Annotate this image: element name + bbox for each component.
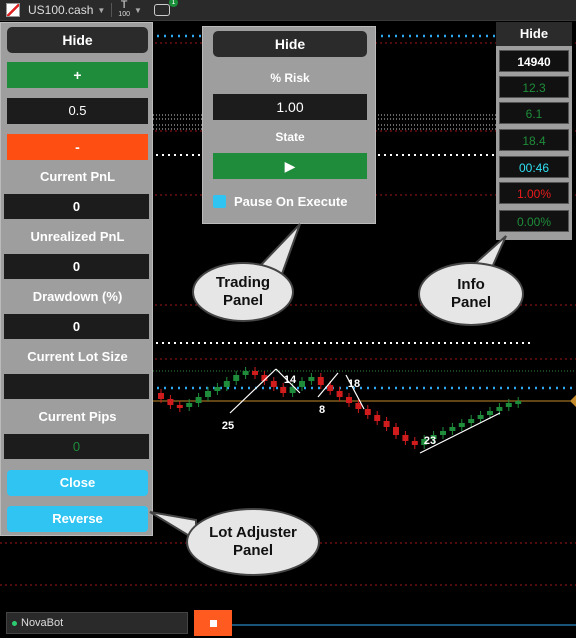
reverse-button[interactable]: Reverse bbox=[7, 506, 148, 532]
candle-body bbox=[383, 421, 390, 427]
trading-panel-callout: Trading Panel bbox=[192, 262, 294, 322]
candle-body bbox=[468, 419, 475, 423]
candle-body bbox=[393, 427, 399, 435]
state-label: State bbox=[275, 130, 305, 144]
candle-body bbox=[487, 411, 493, 415]
candle-body bbox=[186, 403, 193, 407]
candle-body bbox=[374, 415, 381, 421]
candle-body bbox=[449, 427, 456, 431]
candle-body bbox=[158, 393, 164, 399]
candle-body bbox=[515, 401, 522, 404]
chevron-down-icon[interactable]: ▼ bbox=[97, 6, 105, 15]
candle-body bbox=[346, 397, 352, 403]
pause-label: Pause On Execute bbox=[234, 194, 348, 209]
current-pips-value: 0 bbox=[4, 434, 149, 459]
info-hide-button[interactable]: Hide bbox=[496, 22, 572, 46]
candle-body bbox=[205, 391, 211, 397]
unrealized-pnl-value: 0 bbox=[4, 254, 149, 279]
toolbar-divider bbox=[111, 3, 113, 17]
bot-name: NovaBot bbox=[21, 617, 64, 629]
info-value-0: 14940 bbox=[499, 50, 569, 72]
chevron-down-icon[interactable]: ▼ bbox=[134, 6, 142, 15]
lot-decrease-button[interactable]: - bbox=[7, 134, 148, 160]
stop-icon bbox=[209, 619, 217, 627]
candle-body bbox=[195, 397, 202, 403]
trading-panel: Hide % Risk 1.00 State ▶ Pause On Execut… bbox=[202, 26, 376, 224]
info-panel: Hide 14940 12.3 6.1 18.4 00:46 1.00% 0.0… bbox=[496, 22, 572, 240]
candle-body bbox=[308, 377, 315, 381]
candle-body bbox=[327, 385, 334, 391]
info-value-4: 00:46 bbox=[499, 156, 569, 178]
candle-body bbox=[280, 387, 287, 393]
candle-body bbox=[458, 423, 465, 427]
wave-label: 23 bbox=[424, 435, 436, 447]
lot-adjuster-panel: Hide + 0.5 - Current PnL 0 Unrealized Pn… bbox=[0, 22, 153, 536]
timeframe-value: 100 bbox=[118, 11, 130, 18]
unrealized-pnl-label: Unrealized PnL bbox=[30, 229, 125, 244]
state-play-button[interactable]: ▶ bbox=[213, 153, 367, 179]
info-value-3: 18.4 bbox=[499, 129, 569, 151]
lot-hide-button[interactable]: Hide bbox=[7, 27, 148, 53]
current-pnl-label: Current PnL bbox=[39, 169, 116, 184]
candle-body bbox=[167, 399, 174, 405]
link-badge: 1 bbox=[168, 0, 178, 7]
candle-body bbox=[317, 377, 324, 385]
current-pnl-value: 0 bbox=[4, 194, 149, 219]
info-panel-callout: Info Panel bbox=[418, 262, 524, 326]
pause-on-execute-option[interactable]: Pause On Execute bbox=[213, 194, 347, 209]
drawdown-label: Drawdown (%) bbox=[32, 289, 123, 304]
candle-body bbox=[252, 371, 258, 375]
candle-body bbox=[355, 403, 362, 409]
wave-label: 14 bbox=[284, 374, 297, 386]
info-value-6: 0.00% bbox=[499, 210, 569, 232]
candle-body bbox=[477, 415, 484, 419]
drawdown-value: 0 bbox=[4, 314, 149, 339]
price-marker bbox=[570, 395, 576, 407]
info-value-5: 1.00% bbox=[499, 182, 569, 204]
chart-toolbar: US100.cash ▼ T 100 ▼ 1 bbox=[0, 0, 576, 21]
wave-label: 18 bbox=[348, 378, 360, 390]
wave-label: 8 bbox=[319, 404, 325, 416]
trade-hide-button[interactable]: Hide bbox=[213, 31, 367, 57]
candle-body bbox=[242, 371, 249, 375]
flag-icon bbox=[6, 3, 20, 17]
symbol-selector[interactable]: US100.cash bbox=[28, 3, 93, 17]
close-button[interactable]: Close bbox=[7, 470, 148, 496]
risk-input[interactable]: 1.00 bbox=[213, 94, 367, 120]
bot-tab[interactable]: NovaBot bbox=[6, 612, 188, 634]
lot-size-value bbox=[4, 374, 149, 399]
info-value-2: 6.1 bbox=[499, 102, 569, 124]
candle-body bbox=[402, 435, 409, 441]
candle-body bbox=[214, 387, 221, 391]
lot-value-input[interactable]: 0.5 bbox=[7, 98, 148, 124]
lot-adjuster-callout: Lot Adjuster Panel bbox=[186, 508, 320, 576]
stop-bot-button[interactable] bbox=[194, 610, 232, 636]
timeframe-selector[interactable]: T 100 bbox=[118, 0, 130, 19]
candle-body bbox=[270, 381, 277, 387]
candle-body bbox=[440, 431, 446, 435]
candle-body bbox=[299, 381, 305, 387]
lot-increase-button[interactable]: + bbox=[7, 62, 148, 88]
info-value-1: 12.3 bbox=[499, 76, 569, 98]
risk-label: % Risk bbox=[270, 71, 310, 85]
wave-label: 25 bbox=[222, 420, 234, 432]
candle-body bbox=[176, 405, 183, 408]
candle-body bbox=[364, 409, 371, 415]
candle-body bbox=[505, 403, 512, 407]
candle-body bbox=[411, 441, 418, 445]
link-icon[interactable]: 1 bbox=[153, 0, 178, 16]
lot-size-label: Current Lot Size bbox=[27, 349, 128, 364]
status-dot-icon bbox=[12, 620, 17, 626]
candle-body bbox=[496, 407, 503, 411]
current-pips-label: Current Pips bbox=[38, 409, 117, 424]
trend-line bbox=[419, 412, 501, 454]
candle-body bbox=[336, 391, 343, 397]
candle-body bbox=[233, 375, 240, 381]
pause-checkbox[interactable] bbox=[213, 195, 226, 208]
candle-body bbox=[223, 381, 230, 387]
